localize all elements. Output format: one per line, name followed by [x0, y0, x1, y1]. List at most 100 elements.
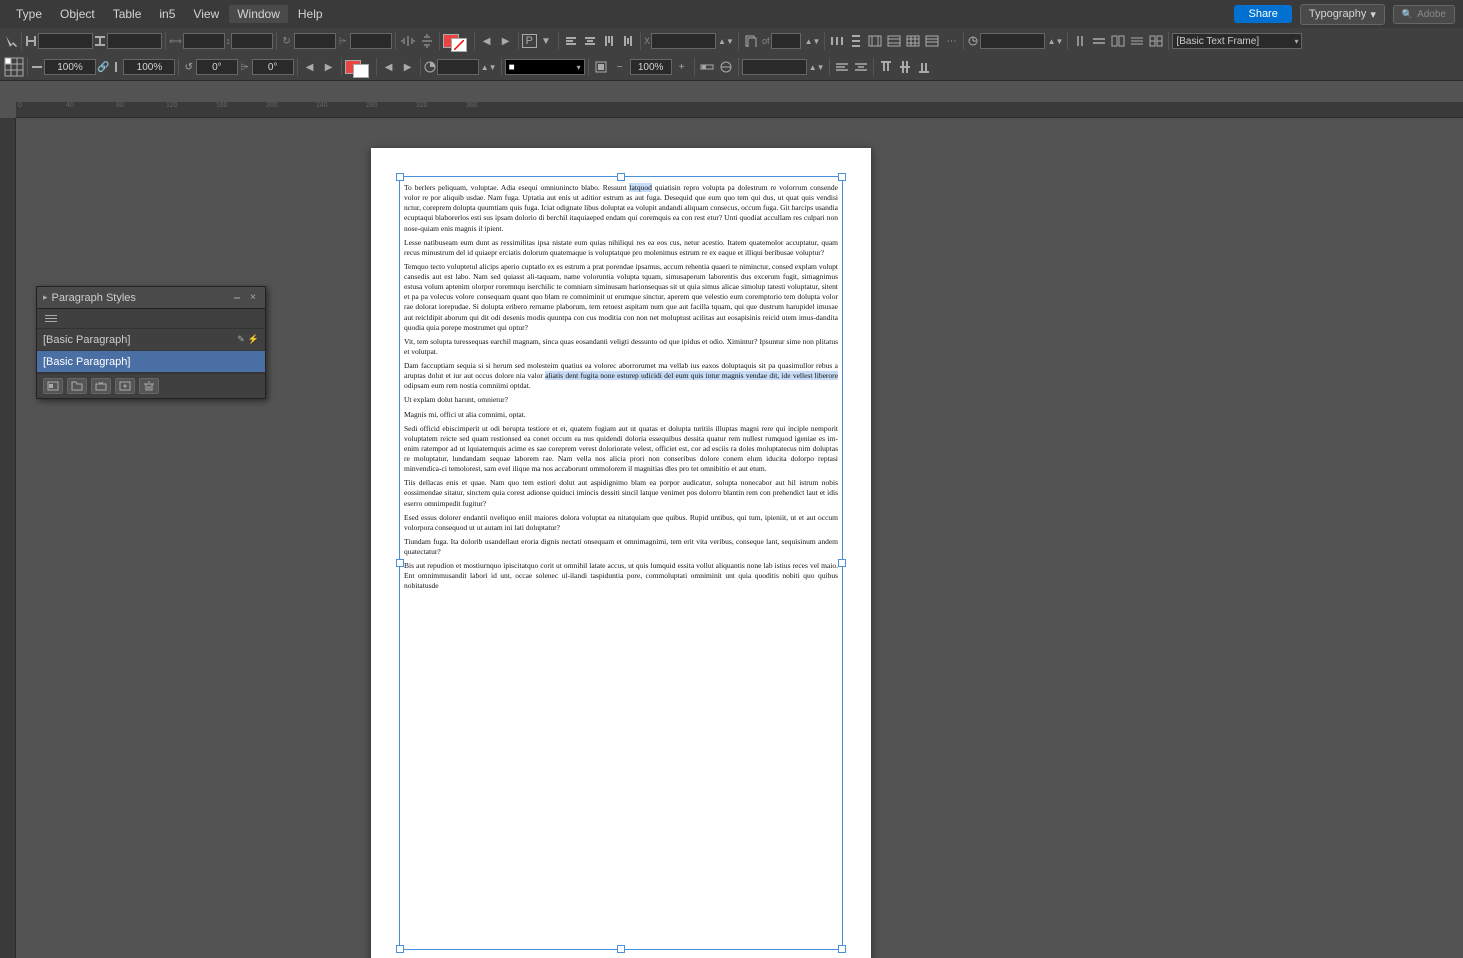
dist-v-button[interactable]	[847, 32, 865, 50]
row-button[interactable]	[1090, 32, 1108, 50]
panel-new-button[interactable]	[115, 378, 135, 394]
vert-bot-button[interactable]	[915, 58, 933, 76]
distribute-group: ⋯	[828, 32, 960, 50]
scale-x-input[interactable]: 100%	[183, 33, 225, 49]
para-style-item-0[interactable]: [Basic Paragraph] ✎ ⚡	[37, 329, 265, 351]
panel-folder-button[interactable]	[67, 378, 87, 394]
para-style-item-1[interactable]: [Basic Paragraph]	[37, 351, 265, 373]
scale-y-input[interactable]: 100%	[231, 33, 273, 49]
handle-bot-left[interactable]	[396, 945, 404, 953]
handle-bot-right[interactable]	[838, 945, 846, 953]
row2-prev-button[interactable]: ◀	[301, 58, 319, 76]
vert-mid-button[interactable]	[896, 58, 914, 76]
reference-point-icon[interactable]	[4, 57, 24, 77]
more-options-button[interactable]: ⋯	[942, 32, 960, 50]
mask2-button[interactable]	[717, 58, 735, 76]
row2-y-arrows[interactable]: ▲▼	[808, 58, 826, 76]
align-center-button[interactable]	[581, 32, 599, 50]
zoom-input[interactable]	[630, 59, 672, 75]
panel-collapse-icon[interactable]: ▸	[43, 292, 48, 303]
adobe-search[interactable]: 🔍 Adobe	[1393, 5, 1455, 24]
width-input[interactable]: 164 mm	[38, 33, 93, 49]
opacity-input[interactable]: 100%	[437, 59, 479, 75]
panel-thumbnail-button[interactable]	[43, 378, 63, 394]
panel-minimize-button[interactable]	[231, 292, 243, 304]
pages-icon[interactable]	[742, 32, 760, 50]
stroke-color-button[interactable]	[451, 38, 467, 52]
text-col-button[interactable]	[1109, 32, 1127, 50]
menu-window[interactable]: Window	[229, 5, 288, 23]
table-button[interactable]	[923, 32, 941, 50]
text-align1-button[interactable]	[833, 58, 851, 76]
menu-help[interactable]: Help	[290, 5, 331, 23]
pages-arrows[interactable]: ▲▼	[803, 32, 821, 50]
mask1-button[interactable]	[698, 58, 716, 76]
height-input[interactable]: 246,5 mm	[107, 33, 162, 49]
frame-label-dropdown[interactable]: [Basic Text Frame] ▾	[1172, 33, 1302, 49]
handle-mid-left[interactable]	[396, 559, 404, 567]
handle-bot-center[interactable]	[617, 945, 625, 953]
next-button[interactable]: ▶	[497, 32, 515, 50]
ruler-label-80: 80	[116, 102, 124, 109]
panel-delete-button[interactable]	[139, 378, 159, 394]
handle-top-left[interactable]	[396, 173, 404, 181]
toolbar-row2-sep-9	[694, 58, 695, 76]
menu-object[interactable]: Object	[52, 5, 103, 23]
row2-next-button[interactable]: ▶	[320, 58, 338, 76]
zoom-in-button[interactable]: +	[673, 58, 691, 76]
y-arrow-button[interactable]: ▲▼	[1046, 32, 1064, 50]
shear-input[interactable]: 0°	[350, 33, 392, 49]
handle-mid-right[interactable]	[838, 559, 846, 567]
rotation-input[interactable]: 0°	[294, 33, 336, 49]
menu-type[interactable]: Type	[8, 5, 50, 23]
toolbar-separator-3	[276, 32, 277, 50]
pages-input[interactable]: 1	[771, 33, 801, 49]
zoom-out-button[interactable]: −	[611, 58, 629, 76]
row2-arrow1-button[interactable]: ◀	[380, 58, 398, 76]
flip-v-button[interactable]	[418, 32, 436, 50]
panel-menu-button[interactable]	[43, 313, 59, 324]
grid-button[interactable]	[904, 32, 922, 50]
row2-height-input[interactable]	[123, 59, 175, 75]
row2-y-input[interactable]: 4,233 mm	[742, 59, 807, 75]
dist-h-button[interactable]	[828, 32, 846, 50]
align-left-button[interactable]	[562, 32, 580, 50]
menu-view[interactable]: View	[185, 5, 227, 23]
text-arrow-button[interactable]: ▼	[537, 32, 555, 50]
select-tool-icon	[4, 34, 18, 48]
x-arrow-button[interactable]: ▲▼	[717, 32, 735, 50]
panel-header[interactable]: ▸ Paragraph Styles ×	[37, 287, 265, 309]
text-frame[interactable]: To berlers peliquam, voluptae. Adia eseq…	[399, 176, 843, 950]
text-align2-button[interactable]	[852, 58, 870, 76]
row2-arrow2-button[interactable]: ▶	[399, 58, 417, 76]
panel-controls: ×	[231, 292, 259, 304]
spread-button[interactable]	[1147, 32, 1165, 50]
col-guide-button[interactable]	[866, 32, 884, 50]
y-input[interactable]: 4,233 mm	[980, 33, 1045, 49]
prev-button[interactable]: ◀	[478, 32, 496, 50]
opacity-arrows[interactable]: ▲▼	[480, 58, 498, 76]
frame-fit-button[interactable]	[592, 58, 610, 76]
text-frame-button[interactable]: P	[522, 34, 537, 48]
row2-width-input[interactable]	[44, 59, 96, 75]
menu-in5[interactable]: in5	[151, 5, 183, 23]
typography-dropdown[interactable]: Typography ▾	[1300, 4, 1385, 25]
panel-load-button[interactable]	[91, 378, 111, 394]
handle-top-center[interactable]	[617, 173, 625, 181]
panel-close-button[interactable]: ×	[247, 292, 259, 304]
type-col-button[interactable]	[1128, 32, 1146, 50]
handle-top-right[interactable]	[838, 173, 846, 181]
row2-rotation-input[interactable]	[196, 59, 238, 75]
flip-h-button[interactable]	[399, 32, 417, 50]
align-middle-button[interactable]	[619, 32, 637, 50]
row2-shear-input[interactable]	[252, 59, 294, 75]
color-dropdown[interactable]: ■ ▾	[505, 59, 585, 75]
menu-table[interactable]: Table	[105, 5, 150, 23]
vert-top-button[interactable]	[877, 58, 895, 76]
col-button[interactable]	[1071, 32, 1089, 50]
align-top-button[interactable]	[600, 32, 618, 50]
x-input[interactable]: 4,233 mm	[651, 33, 716, 49]
share-button[interactable]: Share	[1234, 5, 1291, 23]
row2-stroke-button[interactable]	[353, 64, 369, 78]
row-guide-button[interactable]	[885, 32, 903, 50]
